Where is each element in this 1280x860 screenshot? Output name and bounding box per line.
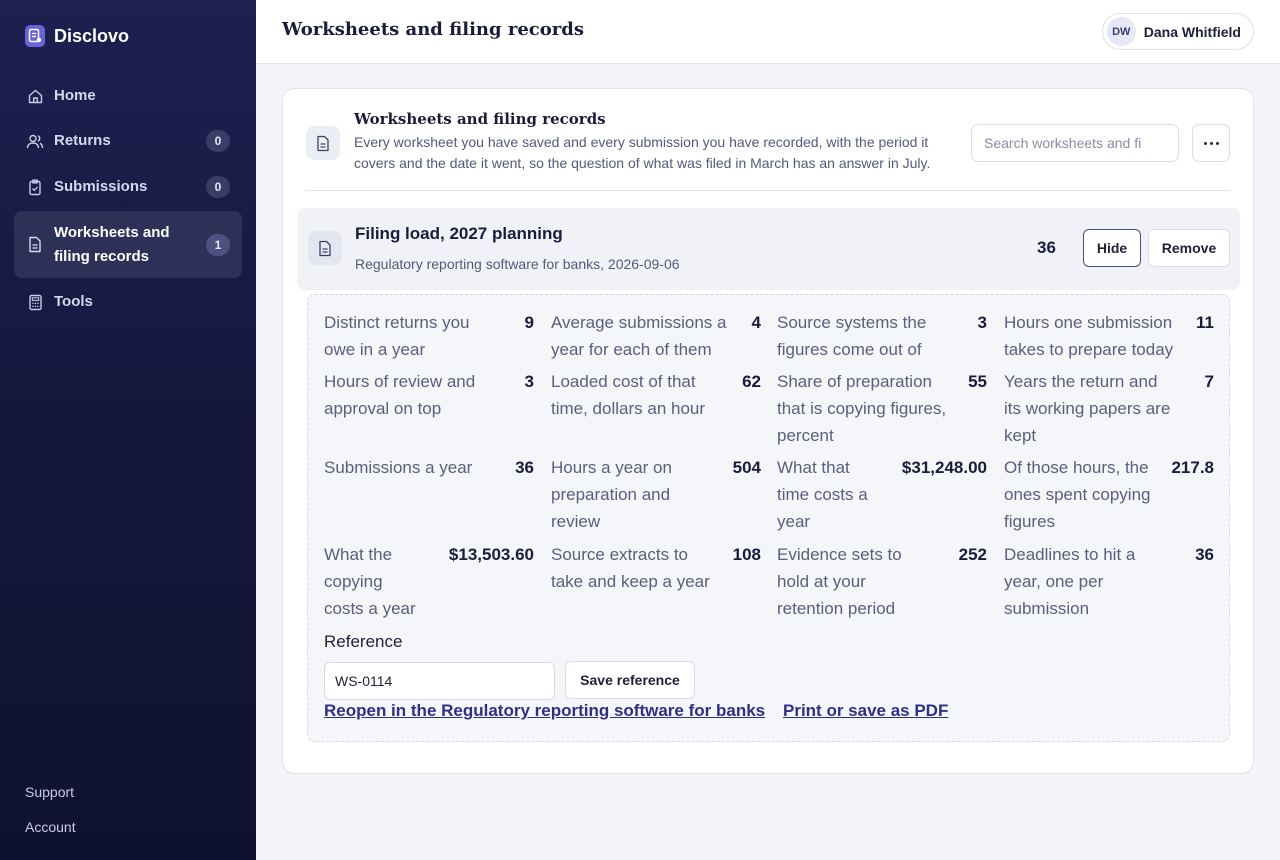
metric-value: 4 [751,313,761,332]
metric-label: Hours one submission takes to prepare to… [1004,313,1174,359]
users-icon [26,132,44,150]
record-count: 36 [1037,238,1056,257]
record-subtitle: Regulatory reporting software for banks,… [355,256,680,272]
metric-value: 9 [524,313,534,332]
reference-input[interactable] [324,662,555,700]
count-badge: 1 [206,233,230,256]
search-input[interactable] [971,124,1179,162]
metric-label: Average submissions a year for each of t… [551,313,727,359]
clipboard-icon [26,178,44,196]
metric-value: 3 [524,372,534,391]
sidebar-item-home[interactable]: Home [14,83,242,109]
print-pdf-link[interactable]: Print or save as PDF [783,701,948,721]
reopen-link[interactable]: Reopen in the Regulatory reporting softw… [324,701,765,721]
metric-value: 55 [968,372,987,391]
metric-value: 62 [742,372,761,391]
metric-label: Hours of review and approval on top [324,372,476,418]
more-horizontal-icon [1203,141,1219,145]
worksheets-card: Worksheets and filing records Every work… [282,88,1254,774]
account-link[interactable]: Account [25,819,76,835]
metric-label: What the copying costs a year [324,545,416,618]
support-link[interactable]: Support [25,784,74,800]
save-reference-button[interactable]: Save reference [565,661,695,699]
document-icon [306,126,340,160]
sidebar-item-label: Returns [54,132,111,149]
metric-value: 108 [732,545,761,564]
document-icon [308,231,342,265]
metric-label: Share of preparation that is copying fig… [777,372,947,445]
document-icon [26,236,44,254]
metric-label: Source extracts to take and keep a year [551,545,710,591]
metric-label: Source systems the figures come out of [777,313,927,359]
page-title: Worksheets and filing records [282,19,584,40]
top-header: Worksheets and filing records DW Dana Wh… [256,0,1280,64]
sidebar-item-tools[interactable]: Tools [14,289,242,315]
metric-label: Years the return and its working papers … [1004,372,1171,445]
metric-value: 504 [732,458,761,477]
calculator-icon [26,293,44,311]
count-badge: 0 [206,130,230,152]
metric-value: 36 [515,458,534,477]
sidebar: Disclovo Home Returns 0 Submissions 0 Wo… [0,0,256,860]
user-name: Dana Whitfield [1143,23,1241,40]
sidebar-item-label: Home [54,87,96,104]
metric-label: Evidence sets to hold at your retention … [777,545,902,618]
user-menu[interactable]: DW Dana Whitfield [1101,13,1254,50]
remove-button[interactable]: Remove [1148,229,1230,267]
more-options-button[interactable] [1192,124,1230,162]
metric-value: 11 [1196,313,1214,332]
metric-label: Loaded cost of that time, dollars an hou… [551,372,706,418]
sidebar-item-label: Worksheets and filing records [54,223,170,265]
sidebar-item-worksheets[interactable]: Worksheets and filing records 1 [14,211,242,278]
record-details: Distinct returns you owe in a year 9 Ave… [307,294,1230,742]
metric-label: What that time costs a year [777,458,868,531]
metric-value: $13,503.60 [448,545,534,564]
record-title: Filing load, 2027 planning [355,224,563,243]
divider [305,190,1230,191]
sidebar-item-label: Tools [54,293,93,310]
sidebar-item-submissions[interactable]: Submissions 0 [14,174,242,200]
reference-label: Reference [324,632,403,651]
card-title: Worksheets and filing records [354,110,606,128]
home-icon [26,87,44,105]
sidebar-item-label: Submissions [54,178,148,195]
card-description: Every worksheet you have saved and every… [354,134,931,171]
metric-value: $31,248.00 [901,458,987,477]
metric-label: Distinct returns you owe in a year [324,313,470,359]
metric-value: 3 [977,313,987,332]
avatar: DW [1106,17,1136,46]
record-header: Filing load, 2027 planning Regulatory re… [297,208,1240,290]
metric-label: Hours a year on preparation and review [551,458,672,531]
brand[interactable]: Disclovo [25,25,129,47]
metric-label: Submissions a year [324,458,473,477]
metric-label: Deadlines to hit a year, one per submiss… [1004,545,1136,618]
metric-value: 36 [1195,545,1214,564]
metric-value: 217.8 [1171,458,1214,477]
sidebar-item-returns[interactable]: Returns 0 [14,128,242,154]
metric-label: Of those hours, the ones spent copying f… [1004,458,1151,531]
metric-value: 7 [1204,372,1214,391]
hide-button[interactable]: Hide [1083,229,1141,267]
metric-value: 252 [958,545,987,564]
app-logo-icon [25,25,45,47]
count-badge: 0 [206,176,230,198]
app-name: Disclovo [54,25,130,46]
